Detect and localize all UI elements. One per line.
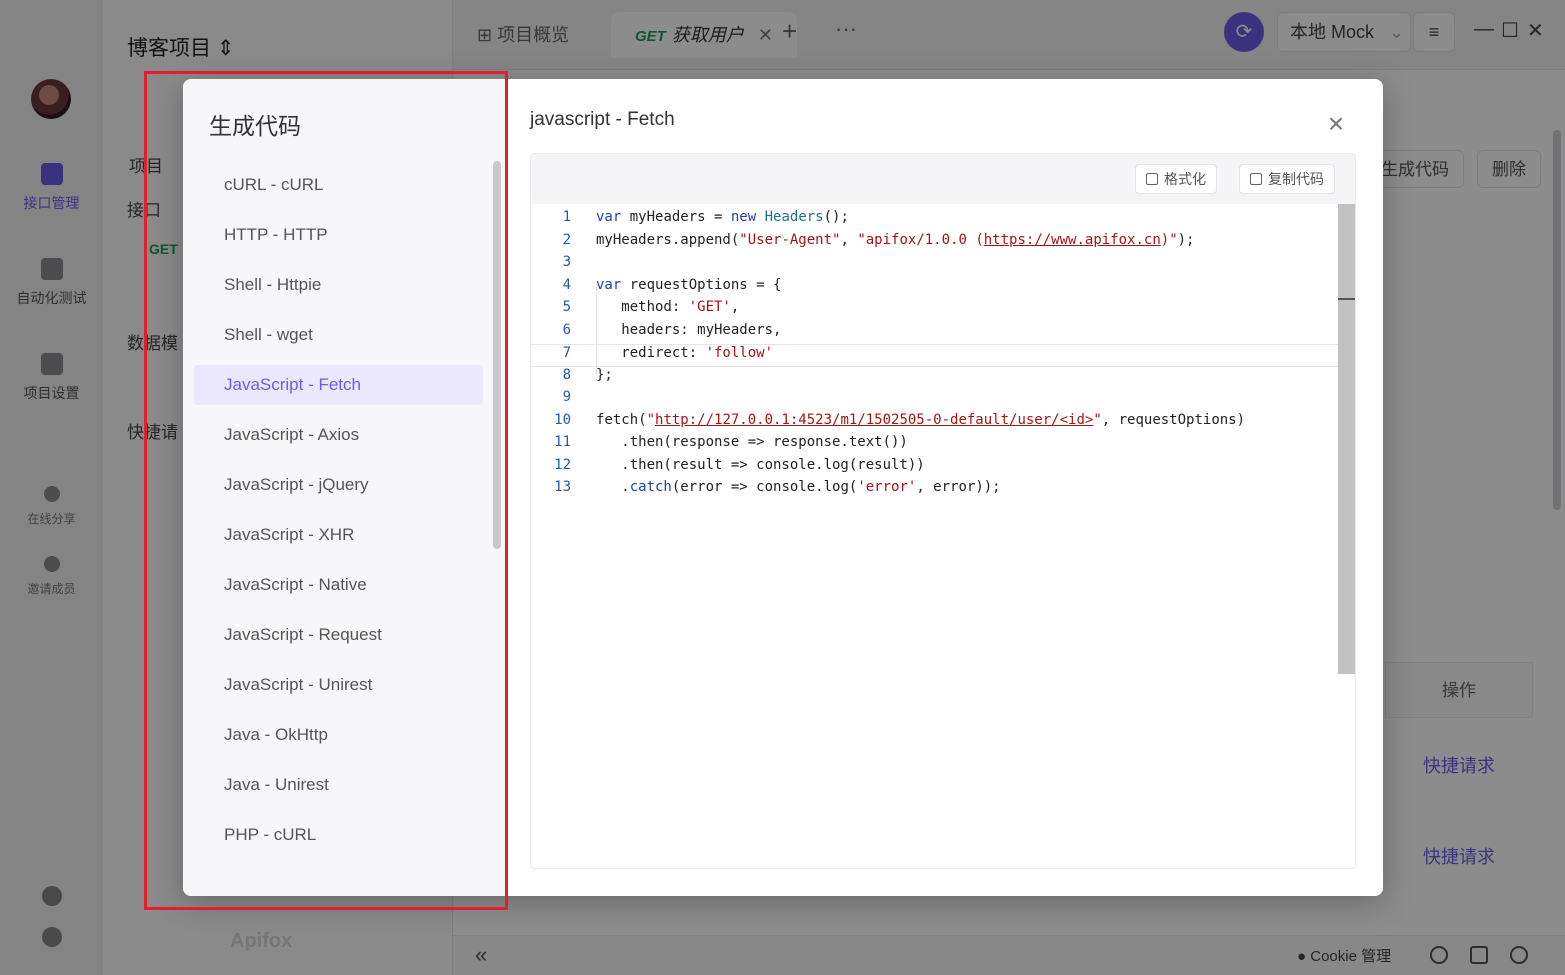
line-number: 6 — [562, 321, 571, 338]
line-number: 12 — [554, 456, 571, 473]
line-number: 5 — [562, 299, 571, 315]
code-line: 10 fetch("http://127.0.0.1:4523/m1/150250… — [531, 412, 1339, 435]
code-text: method: 'GET', — [596, 299, 740, 315]
code-line: 4 var requestOptions = { — [531, 277, 1339, 300]
code-text: .catch(error => console.log('error', err… — [596, 479, 1001, 495]
code-line: 5 method: 'GET', — [531, 299, 1339, 322]
code-line: 1 var myHeaders = new Headers(); — [531, 209, 1339, 232]
code-scrollbar[interactable] — [1338, 204, 1355, 674]
code-text: fetch("http://127.0.0.1:4523/m1/1502505-… — [596, 411, 1246, 428]
line-number: 8 — [562, 366, 571, 383]
code-text: }; — [596, 366, 613, 383]
line-number: 13 — [554, 479, 571, 495]
line-number: 2 — [562, 231, 571, 248]
code-toolbar: 格式化 复制代码 — [531, 154, 1355, 204]
line-number: 9 — [562, 389, 571, 405]
line-number: 1 — [562, 209, 571, 225]
code-line: 3 — [531, 254, 1339, 277]
format-button[interactable]: 格式化 — [1135, 164, 1217, 194]
code-text: redirect: 'follow' — [596, 345, 774, 361]
highlight-box — [144, 71, 508, 910]
line-number: 11 — [554, 434, 571, 450]
line-number: 7 — [562, 345, 571, 361]
code-line: 9 — [531, 389, 1339, 412]
line-number: 3 — [562, 254, 571, 270]
format-icon — [1146, 173, 1158, 185]
code-text: var requestOptions = { — [596, 276, 782, 293]
code-line: 13 .catch(error => console.log('error', … — [531, 479, 1339, 502]
code-text: var myHeaders = new Headers(); — [596, 209, 849, 225]
code-text: .then(result => console.log(result)) — [596, 456, 925, 473]
copy-label: 复制代码 — [1268, 171, 1324, 187]
code-text: myHeaders.append("User-Agent", "apifox/1… — [596, 231, 1195, 248]
code-line: 12 .then(result => console.log(result)) — [531, 457, 1339, 480]
code-line: 7 redirect: 'follow' — [531, 344, 1339, 367]
line-number: 4 — [562, 276, 571, 293]
line-number: 10 — [554, 411, 571, 428]
code-title: javascript - Fetch — [530, 109, 675, 130]
code-line: 8}; — [531, 367, 1339, 390]
code-line: 6 headers: myHeaders, — [531, 322, 1339, 345]
code-editor[interactable]: 1 var myHeaders = new Headers(); 2 myHeader… — [531, 204, 1339, 868]
code-line: 11 .then(response => response.text()) — [531, 434, 1339, 457]
code-panel: 格式化 复制代码 1 var myHeaders = new Headers();… — [530, 153, 1356, 869]
copy-icon — [1250, 173, 1262, 185]
close-icon[interactable]: × — [1324, 110, 1348, 138]
format-label: 格式化 — [1164, 171, 1206, 187]
code-text: .then(response => response.text()) — [596, 434, 908, 450]
code-scrollbar-marker — [1338, 298, 1355, 300]
copy-code-button[interactable]: 复制代码 — [1239, 164, 1335, 194]
code-line: 2 myHeaders.append("User-Agent", "apifox/… — [531, 232, 1339, 255]
code-text: headers: myHeaders, — [596, 321, 782, 338]
